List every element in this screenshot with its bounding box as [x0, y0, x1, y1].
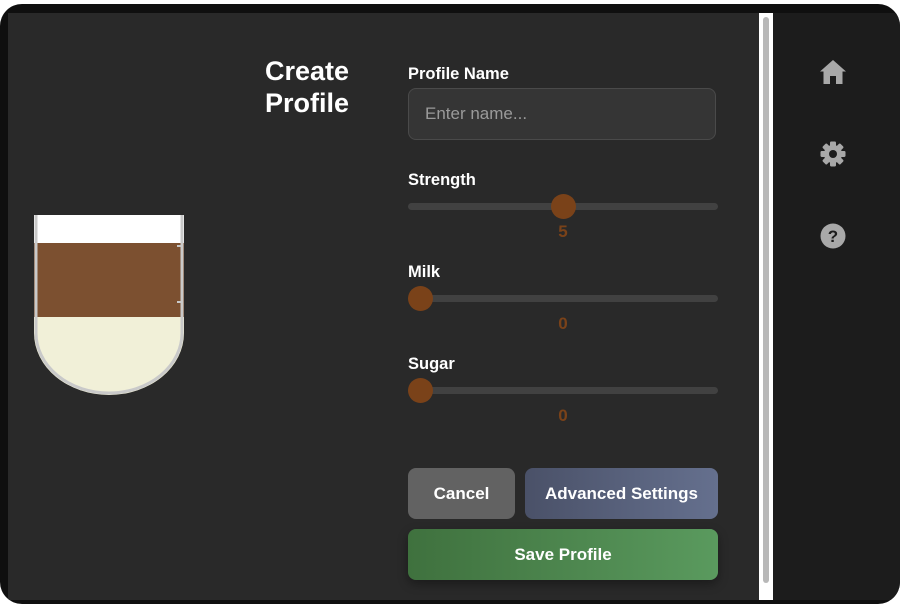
profile-name-label: Profile Name	[408, 65, 509, 83]
milk-value: 0	[558, 314, 568, 333]
help-button[interactable]: ?	[818, 221, 848, 251]
help-icon: ?	[820, 223, 846, 249]
page-title-line1: Create	[265, 56, 350, 86]
cup-tick-mark	[177, 245, 182, 247]
cancel-button[interactable]: Cancel	[408, 468, 515, 519]
milk-slider-thumb[interactable]	[408, 286, 433, 311]
save-profile-button[interactable]: Save Profile	[408, 529, 718, 580]
page-title-line2: Profile	[265, 88, 350, 118]
coffee-layer	[34, 243, 184, 317]
coffee-cup-illustration	[34, 215, 184, 395]
side-nav: ?	[773, 13, 900, 600]
main-screen: Create Profile Profile Name Strength 5 M…	[8, 13, 759, 600]
milk-label: Milk	[408, 263, 441, 281]
advanced-settings-button[interactable]: Advanced Settings	[525, 468, 718, 519]
device-frame: Create Profile Profile Name Strength 5 M…	[0, 4, 900, 604]
sugar-value: 0	[558, 406, 568, 425]
cup-tick-mark	[177, 301, 182, 303]
strength-slider-thumb[interactable]	[551, 194, 576, 219]
milk-slider[interactable]	[408, 286, 718, 311]
home-button[interactable]	[818, 57, 848, 87]
milk-slider-track[interactable]	[408, 295, 718, 302]
milk-layer	[34, 317, 184, 395]
settings-button[interactable]	[818, 139, 848, 169]
strength-slider[interactable]	[408, 194, 718, 219]
sugar-slider-track[interactable]	[408, 387, 718, 394]
sugar-slider-thumb[interactable]	[408, 378, 433, 403]
strength-value: 5	[558, 222, 568, 241]
sugar-label: Sugar	[408, 355, 455, 373]
cup-empty-space	[34, 215, 184, 243]
strength-label: Strength	[408, 171, 476, 189]
sugar-slider[interactable]	[408, 378, 718, 403]
page-title: Create Profile	[265, 55, 385, 119]
profile-name-input[interactable]	[408, 88, 716, 140]
home-icon	[820, 60, 846, 84]
scrollbar[interactable]	[759, 13, 773, 600]
svg-text:?: ?	[828, 227, 838, 246]
gear-icon	[820, 141, 846, 167]
scrollbar-thumb[interactable]	[763, 17, 769, 583]
